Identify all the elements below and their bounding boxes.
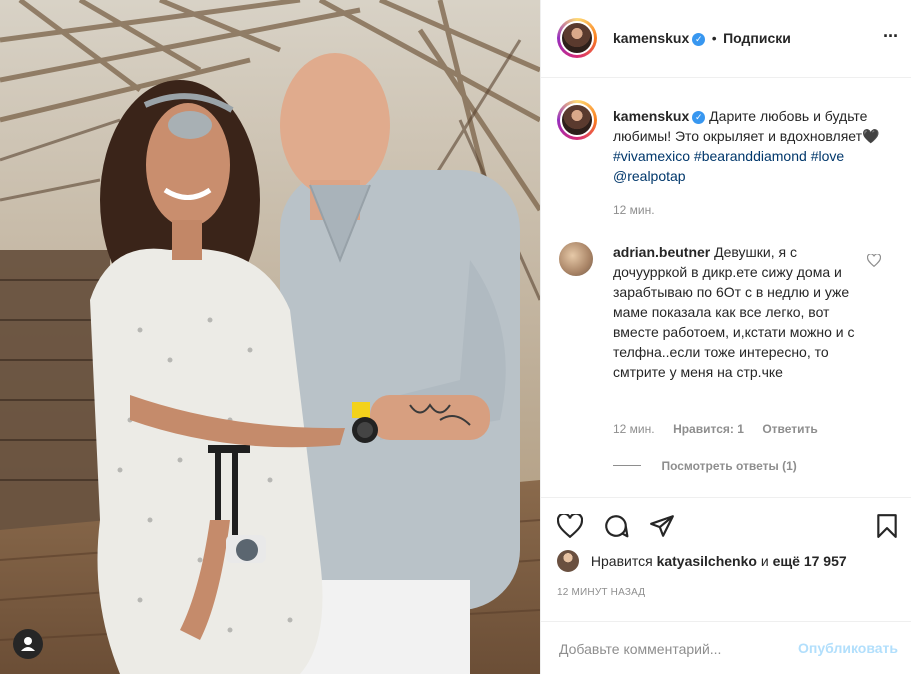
follow-button[interactable]: Подписки [723,30,791,46]
heart-icon[interactable] [556,512,584,543]
commenter-avatar[interactable] [559,242,593,276]
likes-prefix: Нравится [590,553,653,569]
share-icon[interactable] [649,514,675,543]
post-timestamp[interactable]: 12 МИНУТ НАЗАД [557,587,645,598]
comment-input[interactable] [557,637,781,661]
reply-button[interactable]: Ответить [762,422,817,436]
commenter-username[interactable]: adrian.beutner [613,244,710,260]
author-avatar[interactable] [557,18,597,58]
mention-link[interactable]: @realpotap [613,168,686,184]
comment-text-block: adrian.beutner Девушки, я с дочуурркой в… [613,242,863,382]
comment-composer: Опубликовать [541,621,911,676]
liker-avatar[interactable] [557,550,579,572]
comments-area: kamenskux ✓ Дарите любовь и будьте любимы… [541,78,911,496]
comment-time[interactable]: 12 мин. [613,422,655,436]
hashtag-link[interactable]: #vivamexico [613,148,690,164]
caption-text-block: kamenskux ✓ Дарите любовь и будьте любимы… [613,106,893,186]
liker-username[interactable]: katyasilchenko [657,553,757,569]
caption-author[interactable]: kamenskux [613,108,689,124]
header-line: kamenskux ✓ • Подписки [613,30,791,48]
user-tag-icon[interactable] [13,629,43,659]
comment-likes[interactable]: Нравится: 1 [673,422,744,436]
likes-line: Нравится katyasilchenko и ещё 17 957 [557,550,847,572]
likes-middle: и [760,553,769,569]
more-options-button[interactable]: ··· [883,26,899,47]
post-panel: kamenskux ✓ • Подписки ··· kamenskux ✓ Дар… [540,0,911,674]
actions-section: Нравится katyasilchenko и ещё 17 957 12 … [541,497,911,675]
comment-like-icon[interactable] [866,253,882,272]
author-username[interactable]: kamenskux [613,30,689,46]
publish-button[interactable]: Опубликовать [798,640,898,656]
replies-divider [613,465,641,466]
dot-separator: • [711,30,717,46]
photo-illustration [0,0,540,674]
bookmark-icon[interactable] [876,513,898,544]
likes-count[interactable]: ещё 17 957 [773,553,847,569]
verified-icon: ✓ [692,111,706,124]
hashtag-link[interactable]: #love [811,148,844,164]
comment-icon[interactable] [603,513,629,544]
verified-icon: ✓ [692,33,706,46]
caption-avatar[interactable] [557,100,597,140]
view-replies-button[interactable]: Посмотреть ответы (1) [613,457,797,475]
comment-text: Девушки, я с дочуурркой в дикр.ете сижу … [613,244,855,380]
post-header: kamenskux ✓ • Подписки ··· [541,0,911,78]
hashtag-link[interactable]: #bearanddiamond [694,148,807,164]
caption-time[interactable]: 12 мин. [613,203,655,217]
post-photo[interactable] [0,0,540,674]
view-replies-label[interactable]: Посмотреть ответы (1) [661,459,796,473]
comment-meta: 12 мин. Нравится: 1 Ответить [613,420,818,438]
